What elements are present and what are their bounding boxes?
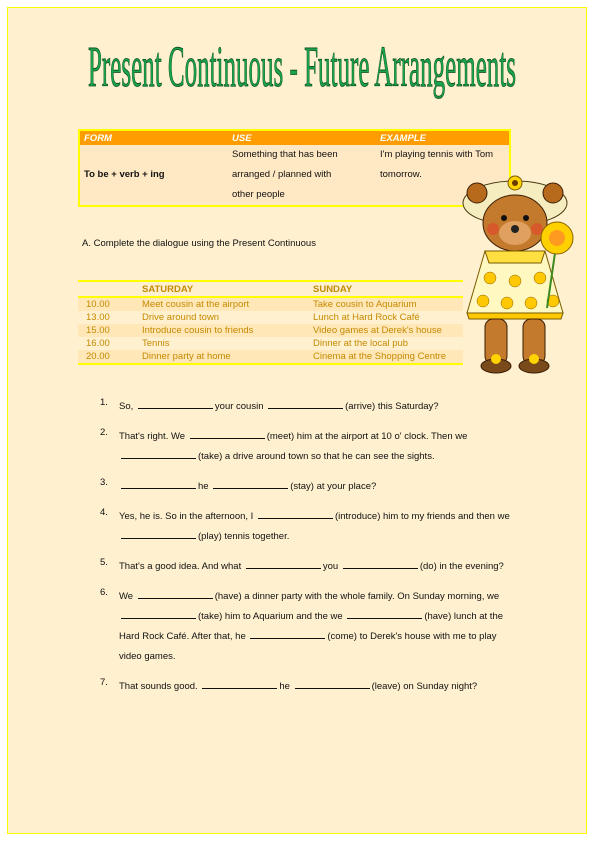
schedule-saturday: Dinner party at home <box>138 350 309 365</box>
schedule-row: 15.00 Introduce cousin to friends Video ga… <box>78 324 463 337</box>
schedule-time: 15.00 <box>78 324 138 337</box>
teddy-bear-icon <box>455 163 575 378</box>
question-item: 7. That sounds good. he (leave) on Sunday… <box>100 677 520 697</box>
question-fragment: That sounds good. <box>119 681 198 692</box>
schedule-saturday: Drive around town <box>138 311 309 324</box>
answer-blank[interactable] <box>294 678 370 689</box>
question-fragment: (arrive) this Saturday? <box>345 401 439 412</box>
schedule-sunday: Take cousin to Aquarium <box>309 297 463 311</box>
header-use: USE <box>228 130 376 145</box>
question-item: 6. We (have) a dinner party with the whol… <box>100 587 520 667</box>
schedule-row: 16.00 Tennis Dinner at the local pub <box>78 337 463 350</box>
question-number: 5. <box>100 557 108 568</box>
question-text: he (stay) at your place? <box>119 477 520 497</box>
question-fragment: (meet) him at the airport at 10 o' clock… <box>266 431 468 442</box>
question-fragment: (stay) at your place? <box>290 481 377 492</box>
question-text: That's right. We (meet) him at the airpo… <box>119 427 520 467</box>
question-number: 6. <box>100 587 108 598</box>
question-number: 7. <box>100 677 108 688</box>
schedule-row: 20.00 Dinner party at home Cinema at the S… <box>78 350 463 365</box>
schedule-saturday: Meet cousin at the airport <box>138 297 309 311</box>
answer-blank[interactable] <box>213 478 289 489</box>
question-text: So, your cousin (arrive) this Saturday? <box>119 397 520 417</box>
answer-blank[interactable] <box>137 588 213 599</box>
use-line: other people <box>232 189 285 200</box>
question-text: That's a good idea. And what you (do) in… <box>119 557 520 577</box>
question-item: 5. That's a good idea. And what you (do) … <box>100 557 520 577</box>
form-cell: To be + verb + ing <box>84 169 165 180</box>
answer-blank[interactable] <box>250 628 326 639</box>
question-text: That sounds good. he (leave) on Sunday n… <box>119 677 520 697</box>
schedule-table: SATURDAY SUNDAY 10.00 Meet cousin at the … <box>78 280 463 365</box>
schedule-header-saturday: SATURDAY <box>138 280 309 298</box>
answer-blank[interactable] <box>121 528 196 539</box>
answer-blank[interactable] <box>347 608 423 619</box>
answer-blank[interactable] <box>121 478 196 489</box>
use-line: Something that has been <box>232 149 338 160</box>
use-line: arranged / planned with <box>232 169 332 180</box>
schedule-header-sunday: SUNDAY <box>309 280 463 298</box>
answer-blank[interactable] <box>342 558 418 569</box>
schedule-time: 16.00 <box>78 337 138 350</box>
answer-blank[interactable] <box>245 558 321 569</box>
schedule-sunday: Video games at Derek's house <box>309 324 463 337</box>
schedule-sunday: Dinner at the local pub <box>309 337 463 350</box>
question-number: 1. <box>100 397 108 408</box>
schedule-row: 10.00 Meet cousin at the airport Take cous… <box>78 297 463 311</box>
example-line: I'm playing tennis with Tom <box>380 149 494 160</box>
answer-blank[interactable] <box>202 678 278 689</box>
header-example: EXAMPLE <box>376 130 510 145</box>
question-fragment: you <box>322 561 339 572</box>
answer-blank[interactable] <box>268 398 344 409</box>
schedule-sunday: Cinema at the Shopping Centre <box>309 350 463 365</box>
question-fragment: That's a good idea. And what <box>119 561 242 572</box>
question-item: 1. So, your cousin (arrive) this Saturday… <box>100 397 520 417</box>
page-title-text: Present Continuous - Future Arrangements <box>88 35 516 99</box>
question-fragment: (play) tennis together. <box>198 531 290 542</box>
page-title: Present Continuous - Future Arrangements <box>88 34 518 104</box>
question-fragment: (leave) on Sunday night? <box>371 681 478 692</box>
question-fragment: (introduce) him to my friends and then w… <box>334 511 510 522</box>
form-table: FORM USE EXAMPLE To be + verb + ing Some… <box>78 129 511 207</box>
question-number: 3. <box>100 477 108 488</box>
schedule-time: 20.00 <box>78 350 138 365</box>
header-form: FORM <box>79 130 228 145</box>
question-fragment: (do) in the evening? <box>419 561 504 572</box>
question-fragment: he <box>279 681 290 692</box>
question-item: 3. he (stay) at your place? <box>100 477 520 497</box>
answer-blank[interactable] <box>121 608 196 619</box>
question-fragment: your cousin <box>214 401 264 412</box>
instruction: A. Complete the dialogue using the Prese… <box>82 238 316 249</box>
question-text: Yes, he is. So in the afternoon, I (intr… <box>119 507 520 547</box>
schedule-sunday: Lunch at Hard Rock Café <box>309 311 463 324</box>
question-item: 2. That's right. We (meet) him at the air… <box>100 427 520 467</box>
answer-blank[interactable] <box>137 398 213 409</box>
schedule-row: 13.00 Drive around town Lunch at Hard Rock… <box>78 311 463 324</box>
question-fragment: That's right. We <box>119 431 186 442</box>
question-number: 2. <box>100 427 108 438</box>
question-item: 4. Yes, he is. So in the afternoon, I (in… <box>100 507 520 547</box>
schedule-saturday: Tennis <box>138 337 309 350</box>
question-number: 4. <box>100 507 108 518</box>
question-fragment: We <box>119 591 134 602</box>
answer-blank[interactable] <box>257 508 333 519</box>
question-fragment: he <box>198 481 209 492</box>
answer-blank[interactable] <box>121 448 196 459</box>
schedule-time: 13.00 <box>78 311 138 324</box>
question-fragment: (have) a dinner party with the whole fam… <box>214 591 500 602</box>
schedule-saturday: Introduce cousin to friends <box>138 324 309 337</box>
question-fragment: So, <box>119 401 134 412</box>
schedule-time: 10.00 <box>78 297 138 311</box>
answer-blank[interactable] <box>189 428 265 439</box>
schedule-header-time <box>78 280 138 298</box>
question-text: We (have) a dinner party with the whole … <box>119 587 520 667</box>
questions-list: 1. So, your cousin (arrive) this Saturday… <box>100 397 520 707</box>
question-fragment: (take) a drive around town so that he ca… <box>198 451 435 462</box>
question-fragment: (take) him to Aquarium and the we <box>198 611 343 622</box>
question-fragment: Yes, he is. So in the afternoon, I <box>119 511 254 522</box>
